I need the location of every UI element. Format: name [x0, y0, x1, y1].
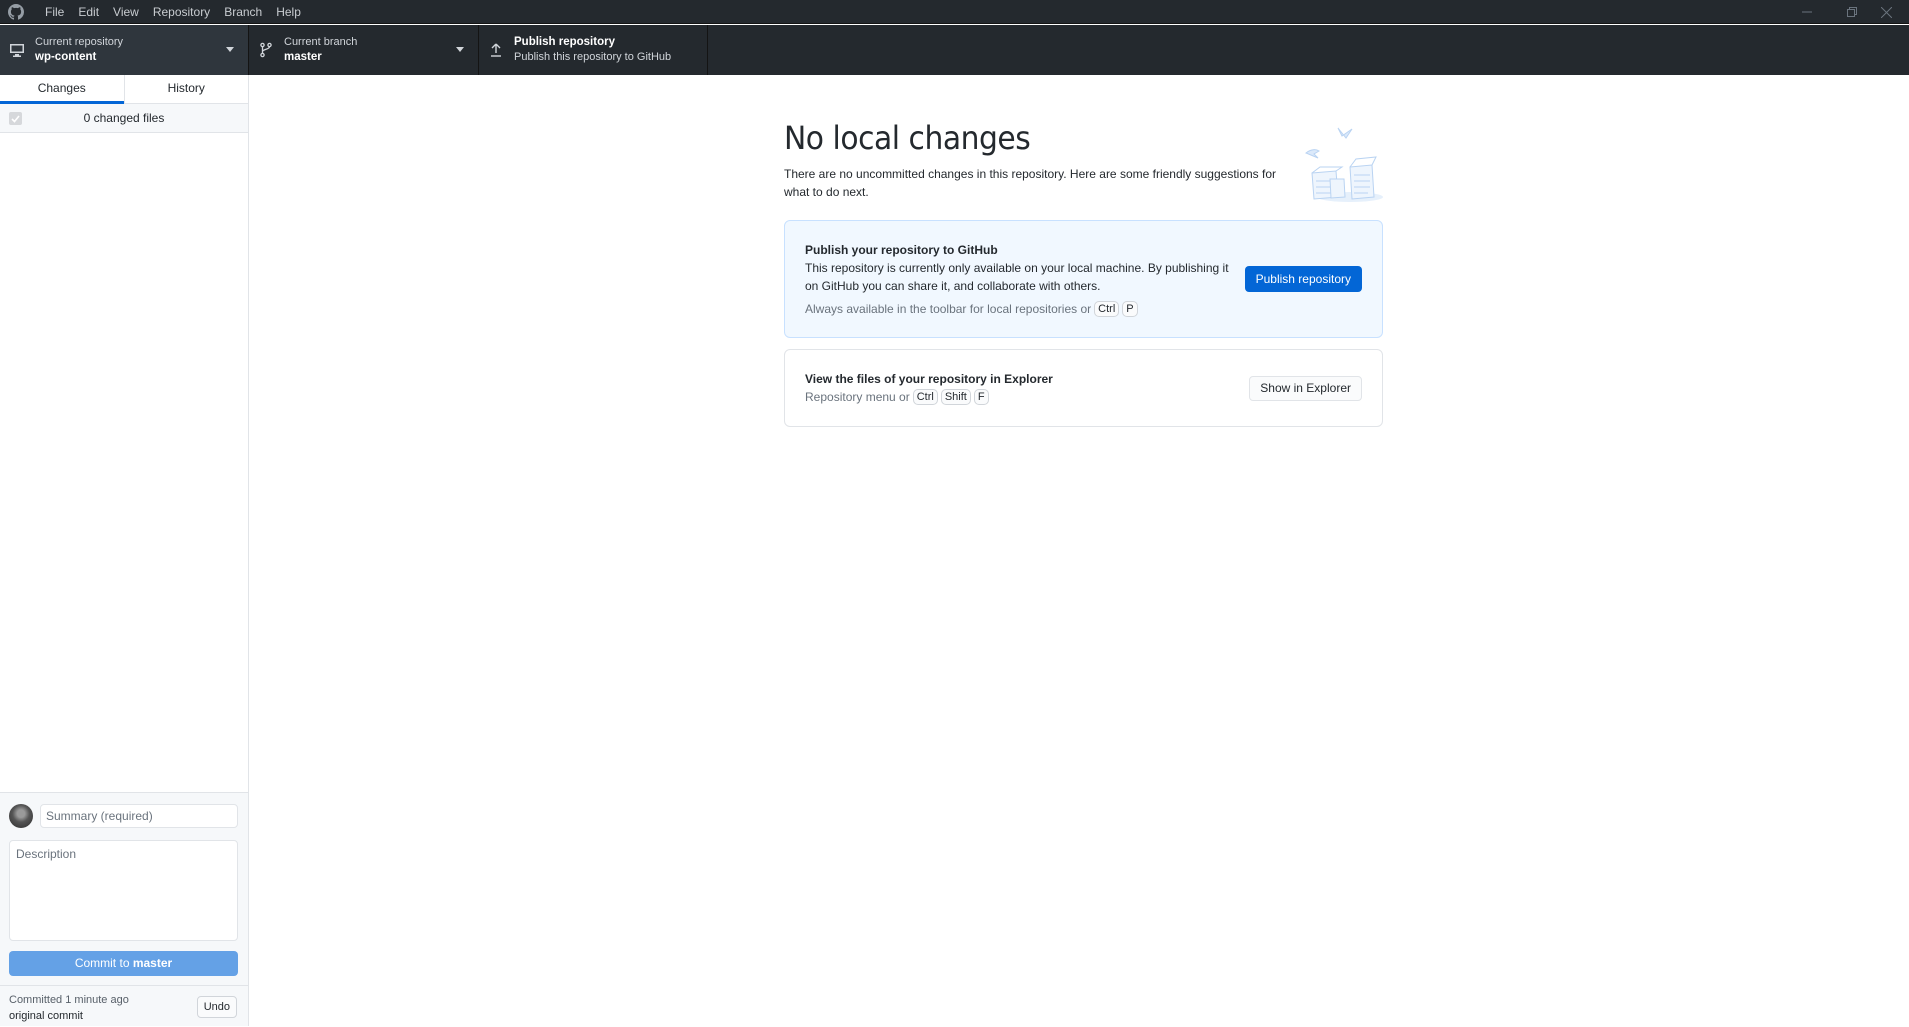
current-branch-label: Current branch — [284, 36, 358, 48]
checkmark-icon — [11, 115, 20, 123]
kbd-p: P — [1122, 301, 1138, 317]
tab-history[interactable]: History — [123, 75, 249, 103]
minimize-icon — [1801, 11, 1812, 13]
last-commit-message: original commit — [9, 1010, 83, 1022]
explorer-card-hint-text: Repository menu or — [805, 390, 910, 404]
commit-button-branch: master — [132, 956, 173, 970]
menu-bar: File Edit View Repository Branch Help — [0, 0, 1909, 24]
commit-form: Commit to master Committed 1 minute ago … — [0, 792, 248, 1026]
menu-repository[interactable]: Repository — [146, 0, 217, 24]
publish-card-hint: Always available in the toolbar for loca… — [805, 301, 1138, 317]
commit-summary-input[interactable] — [40, 804, 238, 828]
publish-repository-card: Publish your repository to GitHub This r… — [784, 220, 1383, 338]
caret-down-icon — [226, 47, 234, 52]
select-all-checkbox[interactable] — [9, 112, 22, 125]
tab-changes[interactable]: Changes — [0, 75, 124, 104]
commit-description-field — [9, 840, 238, 941]
publish-repository-button[interactable]: Publish repository — [1244, 266, 1362, 292]
close-icon — [1881, 6, 1892, 18]
github-logo-icon — [8, 3, 24, 20]
show-in-explorer-card: View the files of your repository in Exp… — [784, 349, 1383, 427]
restore-icon — [1846, 7, 1857, 17]
current-branch-dropdown[interactable]: Current branch master — [249, 25, 479, 75]
kbd-shift: Shift — [940, 389, 971, 405]
changed-files-count: 0 changed files — [83, 111, 165, 125]
publish-card-title: Publish your repository to GitHub — [805, 243, 998, 257]
undo-button[interactable]: Undo — [196, 996, 237, 1018]
caret-down-icon — [456, 47, 464, 52]
menu-view[interactable]: View — [106, 0, 146, 24]
changed-files-header: 0 changed files — [0, 104, 248, 133]
minimize-button[interactable] — [1784, 0, 1829, 24]
publish-repository-toolbar-button[interactable]: Publish repository Publish this reposito… — [479, 25, 708, 75]
current-repository-dropdown[interactable]: Current repository wp-content — [0, 25, 249, 75]
avatar — [9, 804, 33, 828]
commit-description-input[interactable] — [10, 841, 237, 940]
upload-arrow-icon — [491, 43, 501, 57]
menu-file[interactable]: File — [38, 0, 71, 24]
commit-button[interactable]: Commit to master — [9, 951, 238, 976]
desktop-computer-icon — [10, 44, 24, 57]
kbd-f: F — [973, 389, 989, 405]
close-button[interactable] — [1864, 0, 1909, 24]
sidebar: Changes History 0 changed files Commit t… — [0, 75, 249, 1026]
explorer-card-title: View the files of your repository in Exp… — [805, 372, 1053, 386]
page-subtitle: There are no uncommitted changes in this… — [784, 167, 1277, 199]
git-branch-icon — [260, 42, 272, 58]
kbd-ctrl: Ctrl — [912, 389, 938, 405]
publish-repository-description: Publish this repository to GitHub — [514, 51, 672, 63]
toolbar: Current repository wp-content Current br… — [0, 25, 1909, 75]
sidebar-tabs: Changes History — [0, 75, 248, 104]
last-commit-summary: Committed 1 minute ago original commit U… — [0, 985, 248, 1027]
current-branch-name: master — [284, 51, 322, 63]
commit-button-prefix: Commit to — [74, 956, 133, 970]
page-title: No local changes — [784, 119, 1031, 157]
menu-help[interactable]: Help — [269, 0, 308, 24]
menu-edit[interactable]: Edit — [71, 0, 106, 24]
publish-card-hint-text: Always available in the toolbar for loca… — [805, 302, 1092, 316]
show-in-explorer-button[interactable]: Show in Explorer — [1249, 376, 1362, 401]
current-repository-name: wp-content — [35, 51, 97, 63]
explorer-card-hint: Repository menu or Ctrl Shift F — [805, 389, 989, 405]
last-commit-time: Committed 1 minute ago — [9, 994, 129, 1006]
main-content: No local changes There are no uncommitte… — [249, 75, 1909, 1026]
empty-state-illustration-icon — [1305, 127, 1383, 202]
menu-branch[interactable]: Branch — [217, 0, 269, 24]
kbd-ctrl: Ctrl — [1094, 301, 1120, 317]
current-repository-label: Current repository — [35, 36, 124, 48]
publish-card-body: This repository is currently only availa… — [805, 261, 1229, 293]
publish-repository-title: Publish repository — [514, 36, 615, 48]
